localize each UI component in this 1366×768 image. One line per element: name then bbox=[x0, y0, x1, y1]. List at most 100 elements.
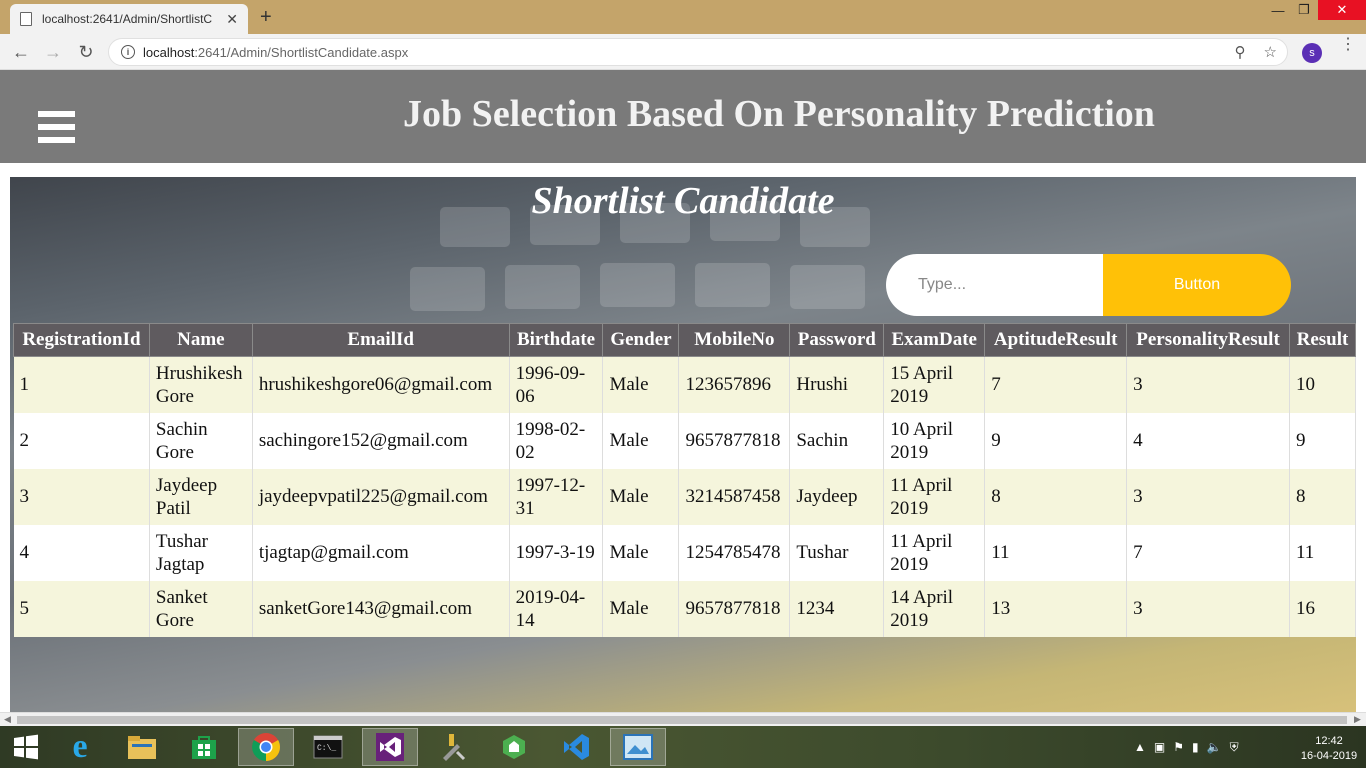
url-input[interactable]: i localhost:2641/Admin/ShortlistCandidat… bbox=[108, 38, 1288, 66]
table-cell: hrushikeshgore06@gmail.com bbox=[252, 356, 510, 413]
table-row: 3 Jaydeep Patil jaydeepvpatil225@gmail.c… bbox=[13, 468, 1356, 525]
column-header: Gender bbox=[602, 323, 680, 357]
tab-close-icon[interactable]: ✕ bbox=[226, 11, 238, 28]
profile-avatar[interactable]: s bbox=[1302, 43, 1322, 63]
column-header: RegistrationId bbox=[13, 323, 150, 357]
system-tray: ▲ ▣ ⚑ ▮ 🔈 ⛨ bbox=[1134, 740, 1239, 755]
table-row: 5 Sanket Gore sanketGore143@gmail.com 20… bbox=[13, 580, 1356, 637]
site-title: Job Selection Based On Personality Predi… bbox=[403, 93, 1155, 135]
web-page: Job Selection Based On Personality Predi… bbox=[0, 70, 1366, 712]
table-cell: 9657877818 bbox=[678, 580, 791, 637]
section-title: Shortlist Candidate bbox=[531, 180, 835, 222]
search-button[interactable]: Button bbox=[1103, 254, 1291, 316]
device-icon[interactable]: ▣ bbox=[1154, 740, 1165, 755]
photos-icon[interactable] bbox=[610, 728, 666, 766]
table-cell: 9 bbox=[1289, 412, 1356, 469]
browser-menu-icon[interactable]: ⋮ bbox=[1340, 37, 1356, 53]
background-key bbox=[600, 263, 675, 307]
reload-icon[interactable]: ↻ bbox=[74, 40, 98, 64]
column-header: MobileNo bbox=[678, 323, 791, 357]
table-cell: 1997-12-31 bbox=[509, 468, 604, 525]
table-cell: 1996-09-06 bbox=[509, 356, 604, 413]
table-cell: 4 bbox=[13, 524, 150, 581]
tray-expand-icon[interactable]: ▲ bbox=[1134, 740, 1146, 755]
scroll-right-icon[interactable]: ▶ bbox=[1354, 714, 1361, 725]
clock-time: 12:42 bbox=[1315, 735, 1343, 747]
start-icon[interactable] bbox=[8, 728, 44, 766]
bookmark-star-icon[interactable]: ☆ bbox=[1264, 43, 1277, 61]
forward-arrow-icon[interactable]: → bbox=[41, 40, 65, 64]
minimize-icon[interactable]: — bbox=[1266, 0, 1290, 20]
vscode-icon[interactable] bbox=[548, 728, 604, 766]
clock-date: 16-04-2019 bbox=[1300, 750, 1358, 762]
url-host: localhost bbox=[143, 44, 195, 60]
chrome-icon[interactable] bbox=[238, 728, 294, 766]
tools-icon[interactable] bbox=[424, 728, 480, 766]
column-header: Birthdate bbox=[508, 323, 604, 357]
scroll-left-icon[interactable]: ◀ bbox=[4, 714, 11, 725]
table-cell: 11 bbox=[1289, 524, 1356, 581]
table-cell: 7 bbox=[1126, 524, 1290, 581]
table-cell: 8 bbox=[984, 468, 1128, 525]
visual-studio-icon[interactable] bbox=[362, 728, 418, 766]
table-cell: Male bbox=[602, 468, 680, 525]
flag-icon[interactable]: ⚑ bbox=[1173, 740, 1184, 755]
table-cell: tjagtap@gmail.com bbox=[252, 524, 510, 581]
url-path: :2641/Admin/ShortlistCandidate.aspx bbox=[194, 44, 409, 60]
column-header: AptitudeResult bbox=[984, 323, 1128, 357]
table-cell: jaydeepvpatil225@gmail.com bbox=[252, 468, 510, 525]
horizontal-scrollbar[interactable]: ◀ ▶ bbox=[0, 712, 1366, 726]
table-cell: Tushar bbox=[789, 524, 885, 581]
column-header: ExamDate bbox=[883, 323, 986, 357]
info-icon[interactable]: i bbox=[121, 45, 135, 59]
table-cell: 7 bbox=[984, 356, 1128, 413]
taskbar: e C:\_ ▲ ▣ ⚑ ▮ 🔈 ⛨ 12:42 16-04-2019 bbox=[0, 726, 1366, 768]
search-input[interactable] bbox=[886, 254, 1103, 316]
maximize-icon[interactable]: ❐ bbox=[1292, 0, 1316, 20]
address-bar: ← → ↻ i localhost:2641/Admin/ShortlistCa… bbox=[0, 34, 1366, 70]
column-header: PersonalityResult bbox=[1126, 323, 1290, 357]
browser-tab[interactable]: localhost:2641/Admin/ShortlistC ✕ bbox=[10, 4, 248, 34]
table-cell: Male bbox=[602, 524, 680, 581]
file-explorer-icon[interactable] bbox=[114, 728, 170, 766]
internet-explorer-icon[interactable]: e bbox=[52, 728, 108, 766]
table-cell: sachingore152@gmail.com bbox=[252, 412, 510, 469]
tab-title: localhost:2641/Admin/ShortlistC bbox=[42, 12, 213, 26]
candidate-table: RegistrationId Name EmailId Birthdate Ge… bbox=[13, 323, 1356, 637]
table-cell: Jaydeep Patil bbox=[149, 468, 253, 525]
column-header: Name bbox=[148, 323, 253, 357]
table-cell: 5 bbox=[13, 580, 150, 637]
shield-icon[interactable]: ⛨ bbox=[1230, 740, 1239, 755]
signal-icon[interactable]: ▮ bbox=[1192, 740, 1199, 755]
table-cell: 9 bbox=[984, 412, 1128, 469]
table-cell: 3214587458 bbox=[678, 468, 791, 525]
new-tab-button[interactable]: + bbox=[260, 6, 272, 29]
table-cell: Male bbox=[602, 356, 680, 413]
content-panel: Shortlist Candidate Button RegistrationI… bbox=[10, 177, 1356, 712]
background-key bbox=[790, 265, 865, 309]
zoom-icon[interactable]: ⚲ bbox=[1235, 43, 1246, 61]
page-icon bbox=[20, 12, 32, 26]
taskbar-clock[interactable]: 12:42 16-04-2019 bbox=[1296, 734, 1362, 764]
table-cell: 9657877818 bbox=[678, 412, 791, 469]
background-key bbox=[505, 265, 580, 309]
table-cell: 11 April 2019 bbox=[883, 468, 986, 525]
table-cell: 15 April 2019 bbox=[883, 356, 986, 413]
table-cell: 4 bbox=[1126, 412, 1290, 469]
table-cell: 10 April 2019 bbox=[883, 412, 986, 469]
store-icon[interactable] bbox=[176, 728, 232, 766]
android-studio-icon[interactable] bbox=[486, 728, 542, 766]
table-cell: 1998-02-02 bbox=[509, 412, 604, 469]
site-header: Job Selection Based On Personality Predi… bbox=[0, 70, 1366, 163]
column-header: EmailId bbox=[251, 323, 510, 357]
back-arrow-icon[interactable]: ← bbox=[9, 40, 33, 64]
scrollbar-thumb[interactable] bbox=[17, 716, 1347, 724]
volume-icon[interactable]: 🔈 bbox=[1207, 740, 1222, 755]
table-cell: Sachin Gore bbox=[149, 412, 253, 469]
svg-text:C:\_: C:\_ bbox=[317, 744, 336, 753]
window-close-icon[interactable]: ✕ bbox=[1318, 0, 1366, 20]
terminal-icon[interactable]: C:\_ bbox=[300, 728, 356, 766]
table-cell: Sachin bbox=[789, 412, 885, 469]
table-cell: 3 bbox=[1126, 468, 1290, 525]
table-cell: Male bbox=[602, 580, 680, 637]
